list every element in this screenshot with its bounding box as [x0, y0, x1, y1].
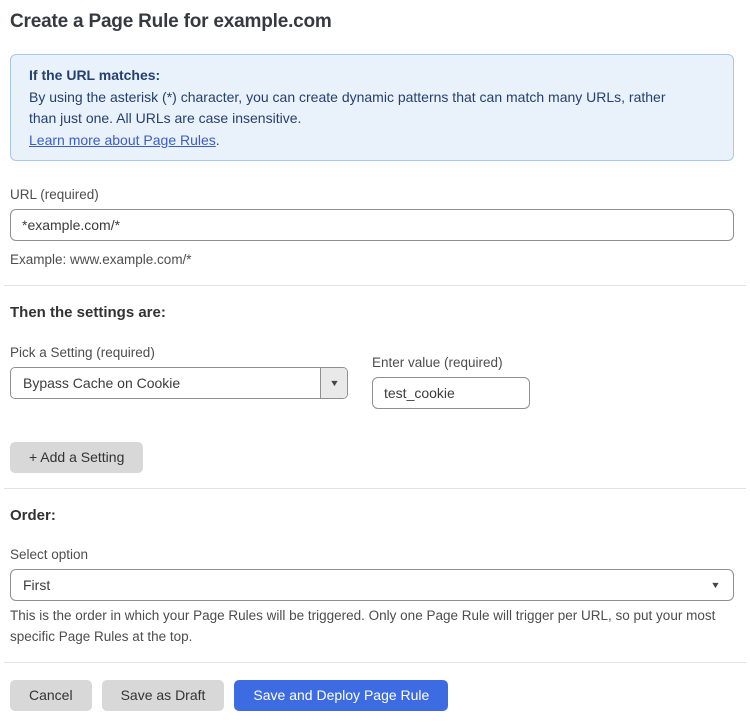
notice-body: By using the asterisk (*) character, you…: [29, 88, 666, 127]
notice-heading: If the URL matches:: [29, 67, 161, 83]
order-select-label: Select option: [10, 547, 89, 562]
url-input[interactable]: [10, 209, 734, 241]
setting-select-value: Bypass Cache on Cookie: [23, 375, 181, 391]
chevron-down-icon: ▼: [328, 377, 340, 388]
settings-section-heading: Then the settings are:: [10, 304, 166, 321]
cancel-button[interactable]: Cancel: [10, 680, 92, 711]
page-title: Create a Page Rule for example.com: [10, 11, 332, 32]
divider: [4, 488, 746, 489]
chevron-down-icon: ▼: [710, 579, 721, 590]
notice-link-period: .: [215, 131, 220, 148]
add-setting-button[interactable]: + Add a Setting: [10, 442, 144, 473]
setting-select-label: Pick a Setting (required): [10, 345, 155, 360]
learn-more-link[interactable]: Learn more about Page Rules: [29, 132, 216, 148]
url-field-label: URL (required): [10, 187, 99, 202]
setting-select[interactable]: Bypass Cache on Cookie ▼: [10, 367, 348, 399]
order-helper-text: This is the order in which your Page Rul…: [10, 608, 716, 644]
footer-actions: Cancel Save as Draft Save and Deploy Pag…: [10, 680, 734, 711]
order-section-heading: Order:: [10, 507, 56, 524]
order-select[interactable]: First ▼: [10, 569, 734, 601]
order-select-value: First: [23, 577, 51, 593]
value-field-label: Enter value (required): [372, 355, 503, 370]
save-as-draft-button[interactable]: Save as Draft: [101, 680, 225, 711]
setting-select-arrow-button[interactable]: ▼: [320, 368, 347, 398]
settings-row: Pick a Setting (required) Bypass Cache o…: [10, 345, 734, 409]
notice-link-row: Learn more about Page Rules.: [29, 130, 715, 152]
url-example-text: Example: www.example.com/*: [10, 252, 192, 267]
setting-select-group: Pick a Setting (required) Bypass Cache o…: [10, 345, 348, 409]
url-matches-notice: If the URL matches: By using the asteris…: [10, 54, 734, 161]
save-and-deploy-button[interactable]: Save and Deploy Page Rule: [234, 680, 449, 711]
setting-value-group: Enter value (required): [372, 355, 532, 409]
divider: [4, 662, 746, 663]
setting-value-input[interactable]: [372, 377, 530, 409]
create-page-rule-form: Create a Page Rule for example.com If th…: [0, 0, 750, 725]
divider: [4, 285, 746, 286]
